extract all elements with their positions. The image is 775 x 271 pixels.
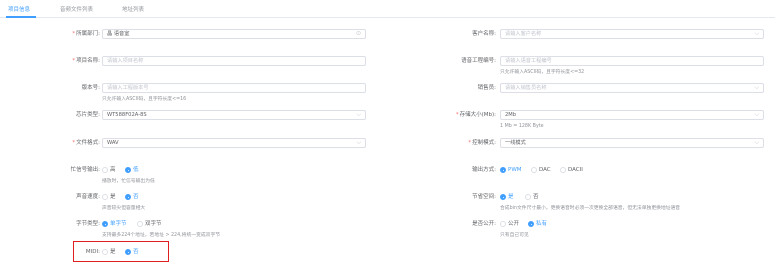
department-label: *所属部门: xyxy=(72,31,100,37)
voice-speed-hint: 声音较尖但容量相大 xyxy=(102,206,146,211)
sales-select[interactable]: 请输入销售员名称 ⌵ xyxy=(500,83,764,93)
voice-speed-no-radio[interactable]: 否 xyxy=(125,192,139,202)
byte-type-single-radio[interactable]: 单字节 xyxy=(102,219,127,229)
chip-type-label: 芯片类型: xyxy=(76,112,100,118)
byte-type-double-radio[interactable]: 双字节 xyxy=(137,219,162,229)
chevron-down-icon: ⌵ xyxy=(754,30,759,37)
tab-address-list[interactable]: 地址列表 xyxy=(122,5,144,13)
storage-select[interactable]: 2Mb ⌵ xyxy=(500,110,764,120)
busy-output-high-radio[interactable]: 高 xyxy=(102,165,116,175)
output-dac-radio[interactable]: DAC xyxy=(531,165,551,175)
public-hint: 只有自己可见 xyxy=(500,233,529,238)
version-hint: 只允许输入ASCII码，且字符长度<=16 xyxy=(102,97,187,102)
tab-project-info[interactable]: 项目信息 xyxy=(8,5,30,13)
storage-label: *存储大小(Mb): xyxy=(455,112,496,118)
save-space-label: 节省空间: xyxy=(472,194,496,200)
control-mode-select[interactable]: 一线模式 ⌵ xyxy=(500,138,764,148)
version-input[interactable]: 请输入工程版本号 xyxy=(102,83,366,93)
voice-project-no-input[interactable]: 请输入语音工程编号 xyxy=(500,56,764,66)
version-label: 版本号: xyxy=(81,85,100,91)
customer-label: 客户名称: xyxy=(472,31,496,37)
voice-speed-label: 声音速度: xyxy=(76,194,100,200)
customer-select[interactable]: 请输入客户名称 ⌵ xyxy=(500,29,764,39)
midi-label: MIDI: xyxy=(85,249,100,255)
output-mode-label: 输出方式: xyxy=(472,167,496,173)
storage-hint: 1 Mb = 128K Byte xyxy=(500,124,544,129)
public-open-radio[interactable]: 公开 xyxy=(500,219,519,229)
byte-type-label: 字节类型: xyxy=(76,221,100,227)
busy-output-low-radio[interactable]: 低 xyxy=(125,165,139,175)
chevron-down-icon: ⌵ xyxy=(754,111,759,118)
file-format-select[interactable]: WAV ⌵ xyxy=(102,138,366,148)
chip-type-select[interactable]: WT588F02A-8S ⌵ xyxy=(102,110,366,120)
chevron-down-icon: ⌵ xyxy=(356,111,361,118)
save-space-hint: 合成bin文件尺寸最小，更换语音时必须一次更换全部语音，但无法单独更换地址语音 xyxy=(500,206,681,211)
public-private-radio[interactable]: 私有 xyxy=(528,219,547,229)
output-dacii-radio[interactable]: DACII xyxy=(560,165,583,175)
byte-type-hint: 支持最多224个地址，若地址 > 224,将统一变成双字节 xyxy=(102,233,221,238)
active-tab-indicator xyxy=(6,16,36,18)
project-name-label: *项目名称: xyxy=(72,58,100,64)
busy-output-hint: 播放时，忙信号输出为低 xyxy=(102,179,155,184)
department-select[interactable]: 晶 语音室 ⊙ xyxy=(102,29,366,39)
voice-speed-yes-radio[interactable]: 是 xyxy=(102,192,116,202)
midi-no-radio[interactable]: 否 xyxy=(125,247,139,257)
busy-output-label: 忙信号输出: xyxy=(70,167,100,173)
tab-bar: 项目信息 音频文件列表 地址列表 xyxy=(0,0,775,18)
sales-label: 销售员: xyxy=(477,85,496,91)
control-mode-label: *控制模式: xyxy=(468,140,496,146)
public-label: 是否公开: xyxy=(472,221,496,227)
chevron-down-icon: ⌵ xyxy=(754,84,759,91)
tab-audio-files[interactable]: 音频文件列表 xyxy=(60,5,93,13)
voice-project-no-hint: 只允许输入ASCII码，且字符长度<=32 xyxy=(500,70,585,75)
project-name-input[interactable]: 请输入项目名称 xyxy=(102,56,366,66)
output-pwm-radio[interactable]: PWM xyxy=(500,165,522,175)
circle-clear-icon[interactable]: ⊙ xyxy=(356,30,361,38)
chevron-down-icon: ⌵ xyxy=(754,139,759,146)
save-space-no-radio[interactable]: 否 xyxy=(525,192,539,202)
voice-project-no-label: 语音工程编号: xyxy=(461,58,496,64)
chevron-down-icon: ⌵ xyxy=(356,139,361,146)
file-format-label: *文件格式: xyxy=(72,140,100,146)
save-space-yes-radio[interactable]: 是 xyxy=(500,192,514,202)
midi-yes-radio[interactable]: 是 xyxy=(102,247,116,257)
